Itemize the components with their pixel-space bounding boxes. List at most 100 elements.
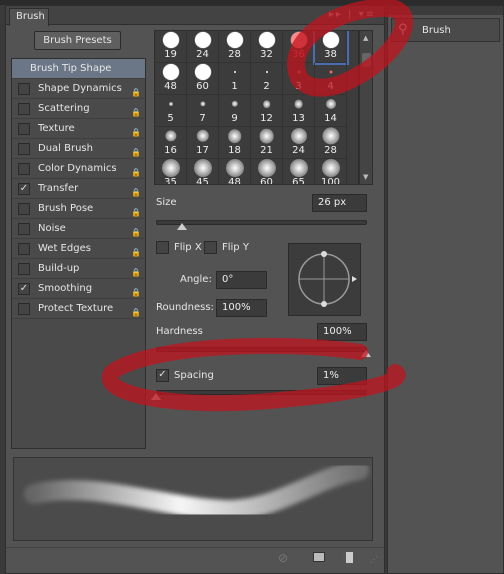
size-slider-thumb[interactable] <box>177 223 187 230</box>
settings-item[interactable]: 🔒 Brush Pose <box>12 199 145 219</box>
brush-tip[interactable]: 16 <box>155 127 187 159</box>
tab-brush[interactable]: Brush <box>9 8 49 26</box>
brush-tip[interactable]: 21 <box>251 127 283 159</box>
brush-tip[interactable]: 100 <box>315 159 347 184</box>
hardness-slider[interactable] <box>156 347 367 352</box>
flip-y-checkbox[interactable] <box>204 241 217 254</box>
settings-item[interactable]: 🔒 Dual Brush <box>12 139 145 159</box>
flip-y-label: Flip Y <box>222 242 249 253</box>
brush-tip[interactable]: 45 <box>187 159 219 184</box>
scroll-down-icon[interactable]: ▼ <box>363 173 368 181</box>
scroll-up-icon[interactable]: ▲ <box>363 34 368 42</box>
hardness-slider-thumb[interactable] <box>361 350 371 357</box>
settings-checkbox[interactable]: ✓ <box>18 283 30 295</box>
brush-tip-dot <box>231 100 238 108</box>
lock-icon[interactable]: 🔒 <box>131 163 141 177</box>
brush-tip[interactable]: 38 <box>313 31 349 65</box>
lock-icon[interactable]: 🔒 <box>131 123 141 137</box>
roundness-input[interactable]: 100% <box>216 299 267 317</box>
brush-tip-size: 38 <box>324 49 337 60</box>
brush-tip[interactable]: 28 <box>219 31 251 63</box>
settings-item[interactable]: Brush Tip Shape <box>12 59 145 79</box>
spacing-slider[interactable] <box>156 390 367 395</box>
lock-icon[interactable]: 🔒 <box>131 223 141 237</box>
brush-tip-dot <box>225 159 244 177</box>
settings-item[interactable]: 🔒 Texture <box>12 119 145 139</box>
settings-item[interactable]: 🔒 Noise <box>12 219 145 239</box>
stroke-preview-image <box>24 460 369 521</box>
settings-checkbox[interactable] <box>18 163 30 175</box>
settings-checkbox[interactable] <box>18 83 30 95</box>
panel-menu-icon[interactable]: ▸▸ | ▾≡ <box>329 9 376 20</box>
settings-checkbox[interactable] <box>18 203 30 215</box>
settings-item[interactable]: 🔒 Wet Edges <box>12 239 145 259</box>
spacing-input[interactable]: 1% <box>317 367 367 385</box>
scroll-thumb[interactable] <box>362 53 371 67</box>
settings-item[interactable]: 🔒 Scattering <box>12 99 145 119</box>
lock-icon[interactable]: 🔒 <box>131 143 141 157</box>
spacing-checkbox[interactable]: ✓ <box>156 369 169 382</box>
settings-checkbox[interactable] <box>18 143 30 155</box>
lock-icon[interactable]: 🔒 <box>131 203 141 217</box>
settings-checkbox[interactable] <box>18 223 30 235</box>
brush-tip[interactable]: 2 <box>251 63 283 95</box>
brush-tip[interactable]: 5 <box>155 95 187 127</box>
settings-item[interactable]: 🔒 Build-up <box>12 259 145 279</box>
brush-tip[interactable]: 9 <box>219 95 251 127</box>
resize-grip-icon[interactable]: ⋰ <box>370 555 378 564</box>
lock-icon[interactable]: 🔒 <box>131 303 141 317</box>
brush-tip[interactable]: 32 <box>251 31 283 63</box>
lock-icon[interactable]: 🔒 <box>131 83 141 97</box>
brush-tip[interactable]: 14 <box>315 95 347 127</box>
brush-tip[interactable]: 4 <box>315 63 347 95</box>
settings-checkbox[interactable]: ✓ <box>18 183 30 195</box>
brush-tip[interactable]: 28 <box>315 127 347 159</box>
angle-roundness-widget[interactable] <box>288 243 362 317</box>
lock-icon[interactable]: 🔒 <box>131 283 141 297</box>
settings-checkbox[interactable] <box>18 303 30 315</box>
brush-tip[interactable]: 48 <box>155 63 187 95</box>
brush-tip[interactable]: 7 <box>187 95 219 127</box>
brush-tip[interactable]: 24 <box>283 127 315 159</box>
toggle-live-tip-icon[interactable]: ⊘ <box>278 551 288 565</box>
settings-checkbox[interactable] <box>18 123 30 135</box>
brush-tip[interactable]: 48 <box>219 159 251 184</box>
brush-presets-button[interactable]: Brush Presets <box>34 31 121 50</box>
brush-tip[interactable]: 36 <box>283 31 315 63</box>
create-new-brush-icon[interactable] <box>343 552 353 563</box>
brush-tip[interactable]: 18 <box>219 127 251 159</box>
brush-tip[interactable]: 24 <box>187 31 219 63</box>
settings-item[interactable]: ✓ 🔒 Smoothing <box>12 279 145 299</box>
brush-tip[interactable]: 13 <box>283 95 315 127</box>
hardness-input[interactable]: 100% <box>317 323 367 341</box>
open-preset-manager-icon[interactable] <box>313 552 325 562</box>
brush-tip[interactable]: 1 <box>219 63 251 95</box>
flip-x-checkbox[interactable] <box>156 241 169 254</box>
lock-icon[interactable]: 🔒 <box>131 263 141 277</box>
brush-tip[interactable]: 60 <box>251 159 283 184</box>
lock-icon[interactable]: 🔒 <box>131 183 141 197</box>
spacing-slider-thumb[interactable] <box>151 393 161 400</box>
angle-input[interactable]: 0° <box>216 271 267 289</box>
brush-tip[interactable]: 65 <box>283 159 315 184</box>
brush-tip[interactable]: 19 <box>155 31 187 63</box>
brush-tip[interactable]: 35 <box>155 159 187 184</box>
brush-tip-size: 21 <box>260 145 273 156</box>
settings-item[interactable]: ✓ 🔒 Transfer <box>12 179 145 199</box>
settings-checkbox[interactable] <box>18 263 30 275</box>
size-input[interactable]: 26 px <box>312 194 367 212</box>
settings-item[interactable]: 🔒 Color Dynamics <box>12 159 145 179</box>
brush-tip[interactable]: 60 <box>187 63 219 95</box>
dock-item-brush[interactable]: ⚲ Brush <box>391 18 500 42</box>
lock-icon[interactable]: 🔒 <box>131 243 141 257</box>
settings-checkbox[interactable] <box>18 243 30 255</box>
size-slider[interactable] <box>156 220 367 225</box>
brush-tip[interactable]: 12 <box>251 95 283 127</box>
settings-item[interactable]: 🔒 Shape Dynamics <box>12 79 145 99</box>
brush-tip[interactable]: 17 <box>187 127 219 159</box>
brush-tip[interactable]: 3 <box>283 63 315 95</box>
tip-grid-scrollbar[interactable]: ▲ ▼ <box>359 30 373 185</box>
settings-item[interactable]: 🔒 Protect Texture <box>12 299 145 319</box>
lock-icon[interactable]: 🔒 <box>131 103 141 117</box>
settings-checkbox[interactable] <box>18 103 30 115</box>
